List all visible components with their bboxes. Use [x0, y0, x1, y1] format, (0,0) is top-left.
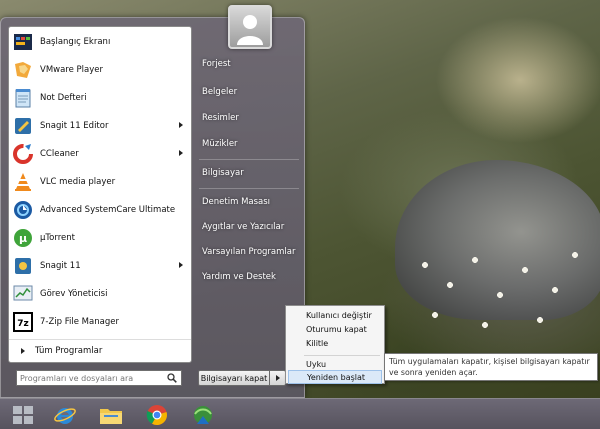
- program-label: Snagit 11: [40, 261, 81, 271]
- program-task-manager[interactable]: Görev Yöneticisi: [9, 281, 191, 307]
- right-pane-divider: [199, 159, 299, 160]
- search-box[interactable]: [16, 370, 182, 386]
- shutdown-options-button[interactable]: [270, 370, 286, 386]
- submenu-arrow-icon: [179, 150, 183, 156]
- notepad-icon: [12, 87, 34, 109]
- right-item-documents[interactable]: Belgeler: [194, 80, 304, 104]
- menu-item-sleep[interactable]: Uyku: [288, 357, 382, 371]
- right-item-help-support[interactable]: Yardım ve Destek: [194, 265, 304, 289]
- taskbar-start-button[interactable]: [4, 401, 42, 428]
- program-snagit[interactable]: Snagit 11: [9, 253, 191, 279]
- start-menu: Başlangıç Ekranı VMware Player Not Defte…: [0, 5, 305, 398]
- restart-tooltip: Tüm uygulamaları kapatır, kişisel bilgis…: [384, 353, 598, 381]
- systemcare-icon: [12, 199, 34, 221]
- submenu-arrow-icon: [179, 122, 183, 128]
- start-orb-icon: [13, 405, 33, 424]
- ccleaner-icon: [12, 143, 34, 165]
- file-explorer-icon: [100, 408, 122, 424]
- program-start-screen[interactable]: Başlangıç Ekranı: [9, 29, 191, 55]
- program-label: Advanced SystemCare Ultimate: [40, 205, 176, 215]
- right-item-default-programs[interactable]: Varsayılan Programlar: [194, 240, 304, 264]
- search-icon[interactable]: [165, 371, 179, 385]
- right-item-pictures[interactable]: Resimler: [194, 106, 304, 130]
- taskbar-internet-explorer[interactable]: [46, 401, 84, 428]
- utorrent-icon: µ: [12, 227, 34, 249]
- right-item-control-panel[interactable]: Denetim Masası: [194, 190, 304, 214]
- all-programs-arrow-icon: [21, 347, 25, 354]
- program-label: CCleaner: [40, 149, 79, 159]
- right-item-music[interactable]: Müzikler: [194, 132, 304, 156]
- menu-item-restart[interactable]: Yeniden başlat: [288, 370, 382, 384]
- program-label: Not Defteri: [40, 93, 87, 103]
- menu-item-lock[interactable]: Kilitle: [288, 336, 382, 350]
- search-input[interactable]: [17, 371, 165, 385]
- program-label: µTorrent: [40, 233, 75, 243]
- program-label: VLC media player: [40, 177, 116, 187]
- programs-pane: Başlangıç Ekranı VMware Player Not Defte…: [8, 26, 192, 363]
- taskbar-file-explorer[interactable]: [92, 401, 130, 428]
- network-icon: [194, 405, 212, 424]
- submenu-arrow-icon: [179, 262, 183, 268]
- right-item-devices-printers[interactable]: Aygıtlar ve Yazıcılar: [194, 215, 304, 239]
- submenu-divider: [304, 355, 380, 356]
- program-notepad[interactable]: Not Defteri: [9, 85, 191, 111]
- all-programs-button[interactable]: Tüm Programlar: [9, 339, 191, 361]
- right-pane-divider: [199, 188, 299, 189]
- all-programs-label: Tüm Programlar: [35, 345, 103, 356]
- menu-item-switch-user[interactable]: Kullanıcı değiştir: [288, 308, 382, 322]
- start-screen-icon: [12, 31, 34, 53]
- svg-text:7z: 7z: [17, 319, 29, 329]
- wallpaper-flowers: [405, 225, 595, 345]
- program-label: Görev Yöneticisi: [40, 289, 108, 299]
- program-ccleaner[interactable]: CCleaner: [9, 141, 191, 167]
- program-7zip[interactable]: 7z 7-Zip File Manager: [9, 309, 191, 335]
- user-picture[interactable]: [228, 5, 272, 49]
- program-label: Başlangıç Ekranı: [40, 37, 111, 47]
- taskbar-chrome[interactable]: [138, 401, 176, 428]
- program-advanced-systemcare[interactable]: Advanced SystemCare Ultimate: [9, 197, 191, 223]
- program-label: VMware Player: [40, 65, 103, 75]
- taskbar: [0, 398, 600, 429]
- program-label: Snagit 11 Editor: [40, 121, 109, 131]
- chrome-icon: [146, 404, 167, 425]
- taskbar-network-app[interactable]: [184, 401, 222, 428]
- right-item-computer[interactable]: Bilgisayar: [194, 161, 304, 185]
- program-label: 7-Zip File Manager: [40, 317, 119, 327]
- program-vmware-player[interactable]: VMware Player: [9, 57, 191, 83]
- svg-text:µ: µ: [19, 232, 27, 245]
- search-area: [8, 363, 192, 393]
- program-snagit-editor[interactable]: Snagit 11 Editor: [9, 113, 191, 139]
- snagit-icon: [12, 255, 34, 277]
- 7zip-icon: 7z: [12, 311, 34, 333]
- vmware-icon: [12, 59, 34, 81]
- internet-explorer-icon: [54, 407, 76, 424]
- shutdown-submenu: Kullanıcı değiştir Oturumu kapat Kilitle…: [285, 305, 385, 384]
- shutdown-button[interactable]: Bilgisayarı kapat: [198, 370, 270, 386]
- right-item-user-folder[interactable]: Forjest: [194, 52, 304, 76]
- program-utorrent[interactable]: µ µTorrent: [9, 225, 191, 251]
- chevron-right-icon: [275, 375, 280, 381]
- menu-item-log-off[interactable]: Oturumu kapat: [288, 322, 382, 336]
- user-avatar-icon: [237, 15, 263, 45]
- vlc-icon: [12, 171, 34, 193]
- snagit-editor-icon: [12, 115, 34, 137]
- task-manager-icon: [12, 283, 34, 305]
- program-vlc[interactable]: VLC media player: [9, 169, 191, 195]
